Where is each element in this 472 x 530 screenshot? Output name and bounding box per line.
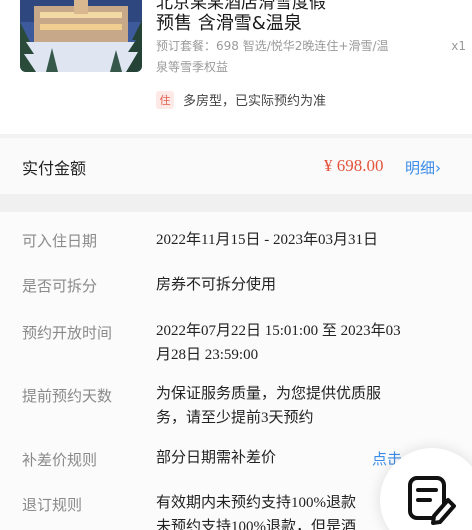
advance-days-label: 提前预约天数 (22, 387, 113, 405)
split-label: 是否可拆分 (22, 277, 98, 295)
order-card: 北京某某酒店滑雪度假 预售 含滑雪&温泉 预订套餐：698 智选/悦华2晚连住+… (0, 0, 472, 134)
surcharge-label: 补差价规则 (22, 451, 98, 469)
paid-amount-value: ¥ 698.00 (324, 156, 384, 175)
product-title: 预售 含滑雪&温泉 (156, 13, 302, 34)
package-line-2: 泉等雪季权益 (156, 60, 229, 74)
room-type-tag: 住 多房型，已实际预约为准 (156, 90, 326, 109)
lodging-icon: 住 (156, 90, 174, 109)
advance-days-value: 为保证服务质量，为您提供优质服 务，请至少提前3天预约 (156, 382, 446, 430)
advance-days-line-2: 务，请至少提前3天预约 (156, 410, 314, 426)
open-time-label: 预约开放时间 (22, 324, 113, 342)
section-divider (0, 194, 472, 212)
quantity-label: x1 (451, 39, 466, 53)
open-time-value: 2022年07月22日 15:01:00 至 2023年03 月28日 23:5… (156, 319, 446, 367)
open-time-line-1: 2022年07月22日 15:01:00 至 2023年03 (156, 323, 401, 339)
package-description: 预订套餐：698 智选/悦华2晚连住+滑雪/温 泉等雪季权益 x1 (156, 36, 466, 78)
refund-label: 退订规则 (22, 496, 83, 514)
chevron-right-icon: › (435, 159, 442, 177)
hotel-thumbnail[interactable] (20, 0, 142, 72)
package-line-1: 预订套餐：698 智选/悦华2晚连住+滑雪/温 (156, 39, 389, 53)
checkin-date-label: 可入住日期 (22, 232, 98, 250)
checkin-date-value: 2022年11月15日 - 2023年03月31日 (156, 232, 378, 248)
detail-link-label: 明细 (405, 159, 436, 177)
edit-note-icon (408, 476, 456, 525)
room-type-text: 多房型，已实际预约为准 (183, 94, 327, 109)
split-value: 房券不可拆分使用 (156, 277, 277, 293)
advance-days-line-1: 为保证服务质量，为您提供优质服 (156, 386, 382, 402)
open-time-line-2: 月28日 23:59:00 (156, 347, 259, 363)
payment-detail-link[interactable]: 明细› (405, 157, 441, 178)
payment-row: 实付金额 ¥ 698.00 明细› (0, 138, 472, 194)
paid-amount-label: 实付金额 (22, 159, 87, 178)
